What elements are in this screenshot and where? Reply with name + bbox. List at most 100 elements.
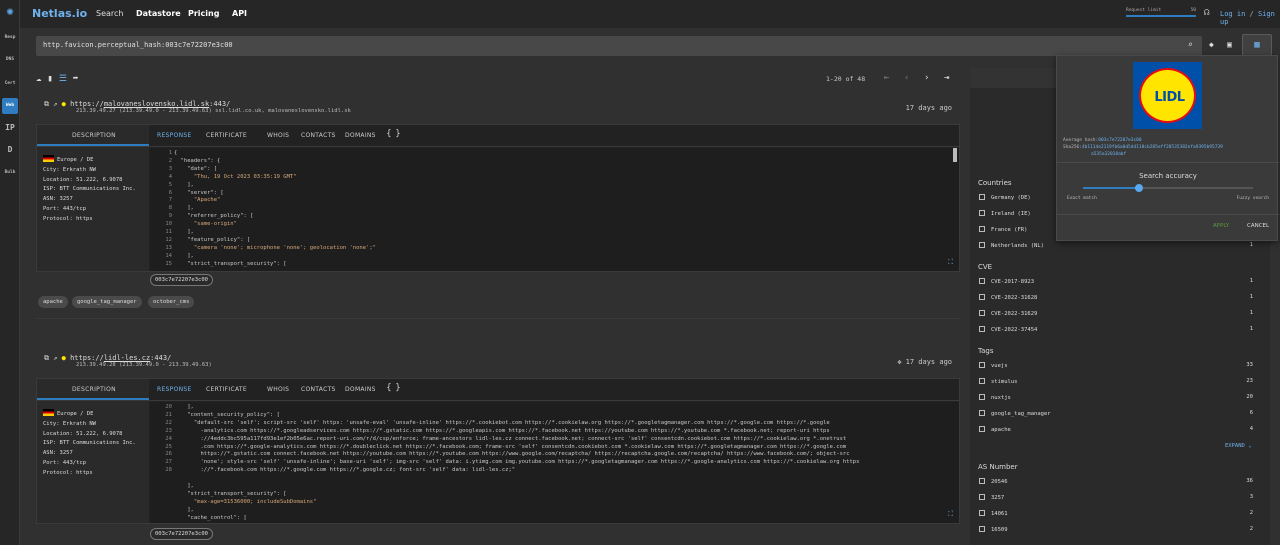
protocol-value[interactable]: https <box>76 216 93 222</box>
facet-checkbox[interactable] <box>979 242 985 248</box>
tab-whois[interactable]: WHOIS <box>267 386 289 393</box>
tab-description[interactable]: DESCRIPTION <box>72 386 116 393</box>
facet-item-asn[interactable]: 20546 36 <box>979 478 1253 485</box>
result-domain[interactable]: malovaneslovensko.lidl.sk <box>268 108 351 114</box>
facet-checkbox[interactable] <box>979 494 985 500</box>
cancel-button[interactable]: CANCEL <box>1247 223 1269 229</box>
sidebar-certificate-icon[interactable]: Cert <box>2 76 18 92</box>
sidebar-domain-whois-icon[interactable]: D <box>2 142 18 158</box>
facet-checkbox[interactable] <box>979 378 985 384</box>
facet-checkbox[interactable] <box>979 294 985 300</box>
facet-item-tags[interactable]: apache 4 <box>979 426 1253 433</box>
support-icon[interactable]: ☊ <box>1204 8 1209 18</box>
result-host[interactable]: malovaneslovensko.lidl.sk <box>104 100 209 108</box>
favicon-hash-chip[interactable]: 003c7e72207e3c00 <box>150 528 213 540</box>
facet-item-asn[interactable]: 14061 2 <box>979 510 1253 517</box>
search-input[interactable]: http.favicon.perceptual_hash:003c7e72207… <box>36 36 1202 56</box>
port-value[interactable]: 443/tcp <box>63 460 86 466</box>
tab-whois[interactable]: WHOIS <box>267 132 289 139</box>
facet-item-tags[interactable]: vuejs 33 <box>979 362 1253 369</box>
facet-item-tags[interactable]: nuxtjs 20 <box>979 394 1253 401</box>
nav-pricing[interactable]: Pricing <box>188 9 219 18</box>
facet-checkbox[interactable] <box>979 310 985 316</box>
protocol-value[interactable]: https <box>76 470 93 476</box>
tab-response[interactable]: RESPONSE <box>157 386 192 393</box>
accuracy-slider[interactable] <box>1083 184 1253 192</box>
fullscreen-icon[interactable]: ⛶ <box>948 258 953 267</box>
tab-json[interactable]: { } <box>386 129 401 139</box>
facet-item-countries[interactable]: Netherlands (NL) 1 <box>979 242 1253 249</box>
tab-description[interactable]: DESCRIPTION <box>72 132 116 139</box>
sidebar-download-icon[interactable]: Bulk <box>2 165 18 181</box>
apply-button[interactable]: APPLY <box>1213 223 1229 229</box>
location-coords[interactable]: 51.222, 6.9078 <box>76 431 122 437</box>
favicon-hash-chip[interactable]: 003c7e72207e3c00 <box>150 274 213 286</box>
facet-checkbox[interactable] <box>979 362 985 368</box>
tab-domains[interactable]: DOMAINS <box>345 132 376 139</box>
facet-checkbox[interactable] <box>979 394 985 400</box>
list-view-icon[interactable]: ☰ <box>59 74 67 84</box>
tag-icon[interactable]: ◆ <box>1209 40 1214 49</box>
netlas-logo-icon[interactable]: ✺ <box>3 4 17 18</box>
open-link-icon[interactable]: ⇗ <box>53 100 57 108</box>
result-host[interactable]: lidl-les.cz <box>104 354 150 362</box>
facet-checkbox[interactable] <box>979 278 985 284</box>
facet-item-cve[interactable]: CVE-2022-31629 1 <box>979 310 1253 317</box>
code-scrollbar[interactable] <box>953 148 957 162</box>
facet-checkbox[interactable] <box>979 426 985 432</box>
fullscreen-icon[interactable]: ⛶ <box>948 510 953 519</box>
facet-item-cve[interactable]: CVE-2017-8923 1 <box>979 278 1253 285</box>
tab-certificate[interactable]: CERTIFICATE <box>206 386 247 393</box>
sidebar-responses-icon[interactable]: Resp <box>2 30 18 46</box>
cloud-download-icon[interactable]: ☁ <box>36 74 41 84</box>
nav-search[interactable]: Search <box>96 9 123 18</box>
response-code[interactable]: 20 21 22 23 24 25 26 27 28 ], "content_security_… <box>150 402 959 523</box>
open-link-icon[interactable]: ⇗ <box>53 354 57 362</box>
next-page-icon[interactable]: › <box>924 73 929 83</box>
tab-certificate[interactable]: CERTIFICATE <box>206 132 247 139</box>
image-search-icon[interactable]: ▣ <box>1227 40 1232 49</box>
facet-item-cve[interactable]: CVE-2022-37454 1 <box>979 326 1253 333</box>
sha-value-cont[interactable]: a535a32018abf <box>1091 152 1126 157</box>
favicon-match-icon[interactable]: ✥ <box>897 358 901 366</box>
tab-contacts[interactable]: CONTACTS <box>301 132 336 139</box>
facet-checkbox[interactable] <box>979 478 985 484</box>
location-coords[interactable]: 51.222, 6.9078 <box>76 177 122 183</box>
login-link[interactable]: Log in <box>1220 10 1245 18</box>
tab-json[interactable]: { } <box>386 383 401 393</box>
nav-api[interactable]: API <box>232 9 247 18</box>
calendar-button[interactable]: ▦ <box>1242 34 1272 56</box>
copy-icon[interactable]: ⧉ <box>44 100 49 108</box>
tag-chip[interactable]: google_tag_manager <box>72 296 142 308</box>
sha-value[interactable]: 4b1114e2119fb6a0d5d4118cb285eff28535382e… <box>1082 145 1223 150</box>
nav-datastore[interactable]: Datastore <box>136 9 181 18</box>
first-page-icon[interactable]: ⇤ <box>884 73 889 83</box>
facet-checkbox[interactable] <box>979 526 985 532</box>
copy-icon[interactable]: ⧉ <box>44 354 49 362</box>
sidebar-globe-icon[interactable]: Web <box>2 98 18 114</box>
tab-response[interactable]: RESPONSE <box>157 132 192 139</box>
share-icon[interactable]: ➦ <box>73 74 78 84</box>
sidebar-ip-whois-icon[interactable]: IP <box>2 120 18 136</box>
tags-expand-button[interactable]: EXPAND ⌄ <box>1225 443 1252 449</box>
tag-chip[interactable]: apache <box>38 296 68 308</box>
brand-name[interactable]: Netlas.io <box>32 7 87 20</box>
facet-item-asn[interactable]: 16509 2 <box>979 526 1253 533</box>
tab-contacts[interactable]: CONTACTS <box>301 386 336 393</box>
facet-checkbox[interactable] <box>979 194 985 200</box>
facet-item-tags[interactable]: google_tag_manager 6 <box>979 410 1253 417</box>
facet-checkbox[interactable] <box>979 326 985 332</box>
facet-checkbox[interactable] <box>979 210 985 216</box>
result-ip[interactable]: 213.39.49.28 <box>76 362 116 368</box>
prev-page-icon[interactable]: ‹ <box>904 73 909 83</box>
tab-domains[interactable]: DOMAINS <box>345 386 376 393</box>
facet-item-asn[interactable]: 3257 3 <box>979 494 1253 501</box>
search-icon[interactable]: ⌕ <box>1188 40 1193 49</box>
port-value[interactable]: 443/tcp <box>63 206 86 212</box>
tag-chip[interactable]: october_cms <box>148 296 195 308</box>
facet-checkbox[interactable] <box>979 410 985 416</box>
avg-hash-value[interactable]: 003c7e72207e3c00 <box>1098 138 1141 143</box>
facet-item-cve[interactable]: CVE-2022-31628 1 <box>979 294 1253 301</box>
stats-icon[interactable]: ▮ <box>47 74 52 84</box>
accuracy-slider-knob[interactable] <box>1135 184 1144 192</box>
